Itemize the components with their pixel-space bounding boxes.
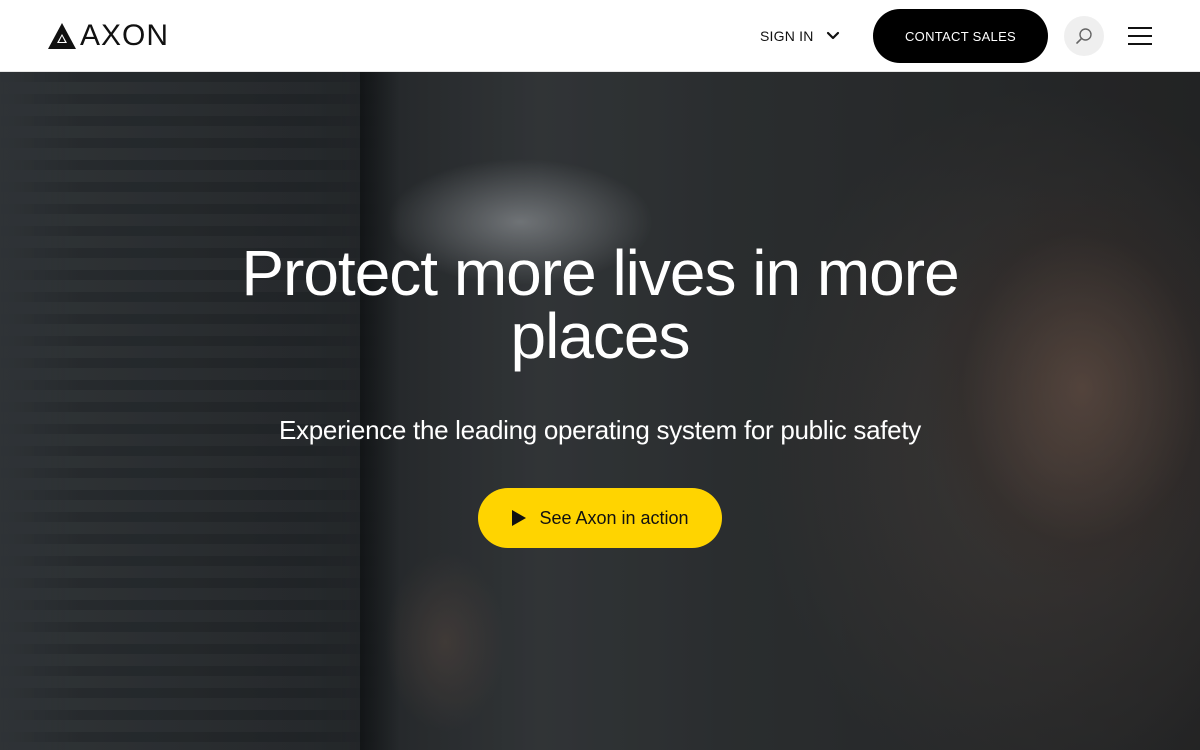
hero-content: Protect more lives in more places Experi… [0,72,1200,750]
see-axon-in-action-button[interactable]: See Axon in action [478,488,722,548]
sign-in-dropdown[interactable]: SIGN IN [760,22,840,50]
sign-in-label: SIGN IN [760,28,814,44]
hero-section: Protect more lives in more places Experi… [0,72,1200,750]
chevron-down-icon [826,31,839,40]
menu-line [1128,43,1152,45]
axon-delta-icon [48,23,76,49]
hamburger-menu-button[interactable] [1126,25,1154,47]
search-icon [1076,28,1092,44]
logo-wordmark: AXON [80,19,170,52]
menu-line [1128,35,1152,37]
search-button[interactable] [1064,16,1104,56]
site-header: AXON SIGN IN CONTACT SALES [0,0,1200,72]
play-icon [512,510,527,526]
hero-title: Protect more lives in more places [241,237,959,372]
axon-logo[interactable]: AXON [48,19,170,52]
hamburger-menu-icon [1128,27,1152,29]
contact-sales-button[interactable]: CONTACT SALES [873,9,1048,63]
cta-label: See Axon in action [539,507,689,528]
hero-subtitle: Experience the leading operating system … [279,415,921,445]
